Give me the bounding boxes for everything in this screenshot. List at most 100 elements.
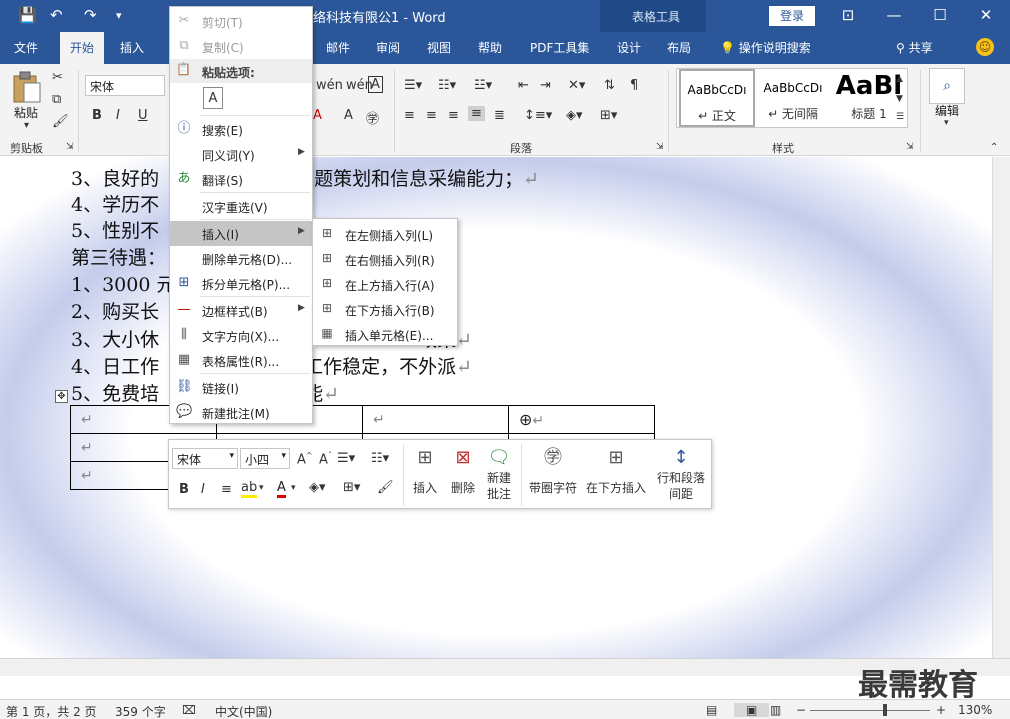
menu-split-cells[interactable]: ⊞ 拆分单元格(P)...	[170, 271, 312, 296]
bullets-icon[interactable]: ☰▾	[337, 451, 355, 466]
bullets-icon[interactable]: ☰▾	[404, 78, 422, 93]
numbering-icon[interactable]: ☷▾	[438, 78, 456, 93]
underline-icon[interactable]: U	[138, 108, 148, 123]
login-button[interactable]: 登录	[769, 6, 815, 26]
italic-icon[interactable]: I	[201, 482, 205, 497]
phonetic-guide-icon[interactable]: wén	[316, 78, 343, 93]
minimize-icon[interactable]: —	[880, 4, 908, 26]
menu-table-properties[interactable]: ▦ 表格属性(R)...	[170, 348, 312, 373]
multilevel-list-icon[interactable]: ☳▾	[474, 78, 492, 93]
zoom-slider[interactable]	[810, 710, 930, 711]
shrink-font-icon[interactable]: Aˇ	[319, 451, 332, 467]
maximize-icon[interactable]: ☐	[926, 4, 954, 26]
mini-font-name-box[interactable]: 宋体 ▾	[172, 448, 238, 469]
read-mode-icon[interactable]: ▤	[706, 703, 717, 717]
insert-cells[interactable]: ▦ 插入单元格(E)...	[313, 321, 457, 346]
find-icon[interactable]: ⌕	[929, 68, 965, 104]
mini-line-spacing-button[interactable]: ↕ 行和段落 间距	[651, 446, 711, 502]
chevron-down-icon[interactable]: ▾	[259, 483, 264, 493]
collapse-ribbon-icon[interactable]: ⌃	[990, 142, 998, 153]
tab-pdf-tools[interactable]: PDF工具集	[530, 39, 589, 56]
redo-icon[interactable]: ↷	[84, 6, 97, 24]
character-border-icon[interactable]: A	[368, 76, 383, 93]
language-indicator[interactable]: 中文(中国)	[215, 703, 272, 719]
mini-delete-button[interactable]: ⊠ 删除	[445, 446, 481, 496]
table-cell[interactable]: ↵	[362, 405, 509, 434]
paste-dropdown-icon[interactable]: ▾	[24, 120, 29, 131]
print-layout-icon[interactable]: ▣	[734, 703, 770, 717]
share-button[interactable]: ⚲ 共享	[896, 39, 933, 56]
show-formatting-marks-icon[interactable]: ¶	[630, 78, 638, 93]
word-count[interactable]: 359 个字	[115, 703, 166, 719]
close-icon[interactable]: ✕	[972, 4, 1000, 26]
align-right-icon[interactable]: ≡	[448, 108, 459, 123]
insert-row-below[interactable]: ⊞ 在下方插入行(B)	[313, 296, 457, 321]
tab-layout[interactable]: 布局	[667, 39, 691, 56]
page-count[interactable]: 第 1 页，共 2 页	[6, 703, 97, 719]
shading-icon[interactable]: ◈▾	[566, 108, 583, 123]
cut-icon[interactable]: ✂	[52, 70, 63, 85]
decrease-indent-icon[interactable]: ⇤	[518, 78, 529, 93]
chevron-down-icon[interactable]: ▾	[291, 483, 296, 493]
menu-insert[interactable]: 插入(I) ▶	[170, 221, 312, 246]
zoom-level[interactable]: 130%	[958, 703, 992, 717]
mini-new-comment-button[interactable]: 🗨 新建 批注	[481, 446, 517, 502]
tab-help[interactable]: 帮助	[478, 39, 502, 56]
italic-icon[interactable]: I	[116, 108, 120, 123]
insert-column-right[interactable]: ⊞ 在右侧插入列(R)	[313, 246, 457, 271]
align-center-icon[interactable]: ≡	[426, 108, 437, 123]
clipboard-launcher-icon[interactable]: ⇲	[66, 142, 74, 152]
style-normal[interactable]: AaBbCcDı ↵ 正文	[679, 69, 755, 127]
distributed-icon[interactable]: ≣	[494, 108, 505, 123]
format-painter-icon[interactable]: 🖌	[377, 480, 394, 495]
tab-home[interactable]: 开始	[60, 32, 105, 64]
numbering-icon[interactable]: ☷▾	[371, 451, 389, 466]
save-icon[interactable]: 💾	[18, 6, 37, 24]
editing-dropdown-icon[interactable]: ▾	[944, 118, 949, 128]
tell-me-search[interactable]: 💡 操作说明搜索	[720, 39, 811, 56]
editing-button[interactable]: 编辑	[935, 102, 959, 119]
tab-review[interactable]: 审阅	[376, 39, 400, 56]
menu-link[interactable]: ⛓ 链接(I)	[170, 375, 312, 400]
mini-insert-below-button[interactable]: ⊞ 在下方插入	[583, 446, 649, 496]
menu-border-styles[interactable]: — 边框样式(B) ▶	[170, 298, 312, 323]
undo-icon[interactable]: ↶	[50, 6, 63, 24]
menu-copy[interactable]: ⧉ 复制(C)	[170, 34, 312, 59]
font-color-icon[interactable]: A	[277, 480, 286, 498]
enclose-characters-icon[interactable]: ㊫	[366, 108, 379, 127]
styles-scroll-down-icon[interactable]: ▼	[896, 94, 903, 104]
menu-synonyms[interactable]: 同义词(Y) ▶	[170, 142, 312, 167]
styles-scroll-up-icon[interactable]: ▲	[896, 74, 903, 84]
borders-icon[interactable]: ⊞▾	[600, 108, 617, 123]
paste-keep-text-only[interactable]: A	[170, 85, 312, 113]
shading-icon[interactable]: ◈▾	[309, 480, 326, 495]
justify-icon[interactable]: ≡	[468, 106, 485, 121]
increase-indent-icon[interactable]: ⇥	[540, 78, 551, 93]
sort-icon[interactable]: ⇅	[604, 78, 615, 93]
character-shading-icon[interactable]: A	[344, 108, 353, 123]
bold-icon[interactable]: B	[92, 108, 102, 123]
table-cell[interactable]: ⊕↵	[508, 405, 655, 434]
borders-icon[interactable]: ⊞▾	[343, 480, 360, 495]
menu-new-comment[interactable]: 💬 新建批注(M)	[170, 400, 312, 425]
mini-font-size-box[interactable]: 小四 ▾	[240, 448, 290, 469]
zoom-slider-thumb[interactable]	[883, 704, 887, 716]
style-no-spacing[interactable]: AaBbCcDı ↵ 无间隔	[755, 69, 831, 127]
insert-column-left[interactable]: ⊞ 在左侧插入列(L)	[313, 221, 457, 246]
menu-reconvert[interactable]: 汉字重选(V)	[170, 194, 312, 219]
ribbon-display-options-icon[interactable]: ⊡	[834, 4, 862, 26]
menu-text-direction[interactable]: ⫼ 文字方向(X)...	[170, 323, 312, 348]
tab-file[interactable]: 文件	[14, 39, 38, 56]
paragraph-launcher-icon[interactable]: ⇲	[656, 142, 664, 152]
zoom-out-icon[interactable]: −	[796, 703, 806, 717]
menu-cut[interactable]: ✂ 剪切(T)	[170, 9, 312, 34]
add-row-plus-icon[interactable]: ⊕	[519, 410, 532, 429]
format-painter-icon[interactable]: 🖌	[52, 114, 69, 129]
vertical-scrollbar[interactable]	[992, 157, 1010, 658]
tab-view[interactable]: 视图	[427, 39, 451, 56]
menu-search[interactable]: ⓘ 搜索(E)	[170, 117, 312, 142]
mini-enclosed-chars-button[interactable]: ㊫ 带圈字符	[525, 446, 581, 496]
styles-launcher-icon[interactable]: ⇲	[906, 142, 914, 152]
table-move-handle-icon[interactable]: ✥	[55, 390, 68, 403]
center-align-icon[interactable]: ≡	[221, 482, 232, 497]
